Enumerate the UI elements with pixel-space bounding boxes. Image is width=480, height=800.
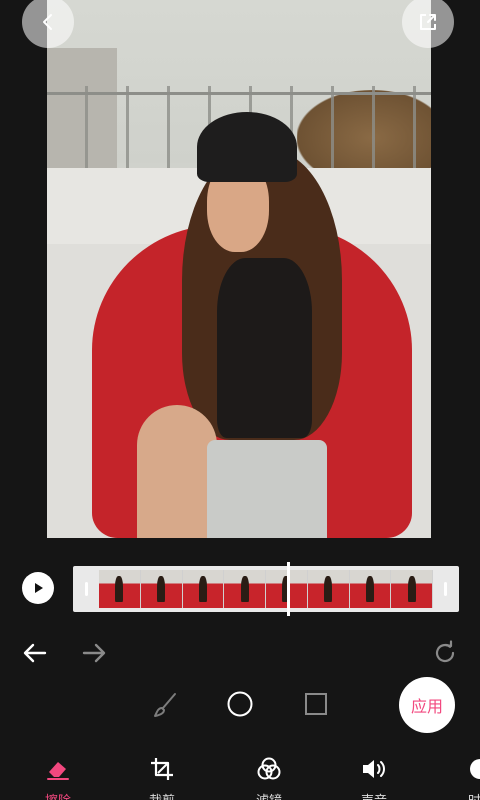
timeline-frames [99,570,433,608]
circle-icon [227,691,253,717]
apply-button[interactable]: 应用 [399,677,455,733]
play-icon [35,583,43,593]
chevron-left-icon [43,14,52,30]
tab-sound[interactable]: 声音 [334,756,414,800]
tab-filter-label: 滤镜 [229,790,309,800]
export-button[interactable] [402,0,454,48]
export-icon [420,14,436,30]
photo-preview [47,0,431,538]
trim-handle-right[interactable] [444,582,447,596]
tab-erase[interactable]: 擦除 [18,756,98,800]
play-button[interactable] [22,572,54,604]
brush-icon [154,693,176,717]
circle-tool-button[interactable] [225,689,255,719]
photo-rail [47,92,431,95]
eraser-icon [18,756,98,782]
timeline-frame [99,570,141,608]
rectangle-tool-button[interactable] [301,689,331,719]
tab-erase-label: 擦除 [18,790,98,800]
filter-icon [229,756,309,782]
photo-shorts [207,440,327,538]
timeline-frame [182,570,225,608]
timeline-strip[interactable] [73,566,459,612]
trim-handle-left[interactable] [85,582,88,596]
arrow-right-icon [82,643,106,663]
crop-icon [122,756,202,782]
tab-time[interactable]: 时 [430,756,480,800]
refresh-icon [435,640,455,663]
time-icon [430,756,480,782]
sound-icon [334,756,414,782]
tab-crop[interactable]: 裁剪 [122,756,202,800]
undo-button[interactable] [20,638,50,668]
square-icon [305,693,327,715]
timeline-playhead[interactable] [287,562,290,616]
tab-time-label: 时 [430,790,480,800]
photo-beanie [197,112,297,182]
timeline-frame [224,570,266,608]
timeline-frame [307,570,350,608]
tab-crop-label: 裁剪 [122,790,202,800]
photo-knee [137,405,217,538]
timeline-frame [349,570,392,608]
arrow-left-icon [23,643,47,663]
photo-shirt [217,258,312,438]
brush-tool-button[interactable] [150,690,180,720]
tab-filter[interactable]: 滤镜 [229,756,309,800]
tab-sound-label: 声音 [334,790,414,800]
reset-button[interactable] [430,638,460,668]
timeline-frame [140,570,183,608]
redo-button[interactable] [79,638,109,668]
timeline-frame [391,570,433,608]
